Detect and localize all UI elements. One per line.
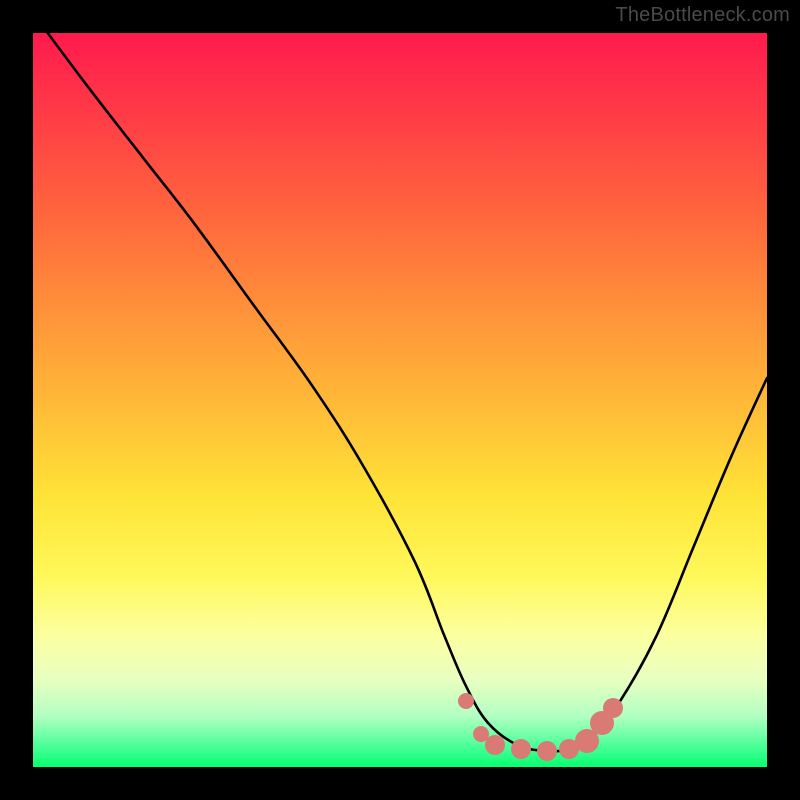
valley-marker-dot	[485, 735, 505, 755]
valley-marker-dot	[537, 741, 557, 761]
valley-markers	[33, 33, 767, 767]
valley-marker-dot	[458, 693, 474, 709]
chart-frame: TheBottleneck.com	[0, 0, 800, 800]
plot-area	[33, 33, 767, 767]
valley-marker-dot	[603, 698, 623, 718]
watermark-text: TheBottleneck.com	[615, 4, 790, 27]
valley-marker-dot	[511, 739, 531, 759]
